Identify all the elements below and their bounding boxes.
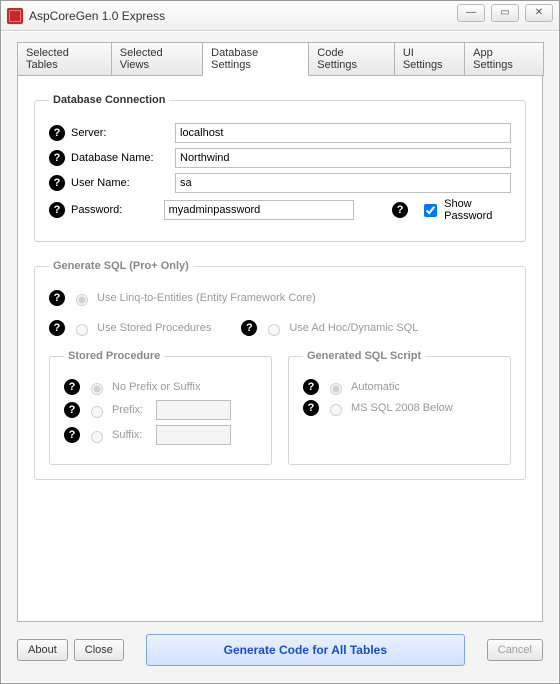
sproc-label: Use Stored Procedures [97,322,211,334]
username-input[interactable] [175,173,511,193]
suffix-input [156,425,231,445]
database-connection-group: Database Connection ? Server: ? Database… [34,94,526,242]
help-icon[interactable]: ? [49,150,65,166]
help-icon[interactable]: ? [49,175,65,191]
dbname-label: Database Name: [71,152,169,164]
auto-label: Automatic [351,381,400,393]
help-icon[interactable]: ? [241,320,257,336]
app-window: AspCoreGen 1.0 Express — ▭ ✕ Selected Ta… [0,0,560,684]
help-icon[interactable]: ? [64,379,80,395]
help-icon[interactable]: ? [64,402,80,418]
help-icon[interactable]: ? [49,202,65,218]
suffix-label: Suffix: [112,429,150,441]
about-button[interactable]: About [17,639,68,661]
tab-app-settings[interactable]: App Settings [464,42,544,76]
tab-selected-tables[interactable]: Selected Tables [17,42,112,76]
help-icon[interactable]: ? [49,320,65,336]
show-password-label: Show Password [444,198,511,222]
linq-radio [76,294,88,306]
titlebar: AspCoreGen 1.0 Express — ▭ ✕ [1,1,559,31]
help-icon[interactable]: ? [303,400,319,416]
minimize-button[interactable]: — [457,4,485,22]
prefix-radio [91,406,103,418]
show-password-checkbox[interactable] [424,204,437,217]
dbconn-legend: Database Connection [49,94,169,106]
auto-radio [330,383,342,395]
tab-strip: Selected Tables Selected Views Database … [17,42,543,76]
server-label: Server: [71,127,169,139]
generate-sql-group: Generate SQL (Pro+ Only) ? Use Linq-to-E… [34,260,526,480]
maximize-button[interactable]: ▭ [491,4,519,22]
tab-panel: Database Connection ? Server: ? Database… [17,75,543,622]
sp-legend: Stored Procedure [64,350,164,362]
window-controls: — ▭ ✕ [457,4,553,22]
username-label: User Name: [71,177,169,189]
prefix-input [156,400,231,420]
help-icon[interactable]: ? [64,427,80,443]
help-icon[interactable]: ? [303,379,319,395]
generate-button[interactable]: Generate Code for All Tables [146,634,465,666]
server-input[interactable] [175,123,511,143]
help-icon[interactable]: ? [49,125,65,141]
stored-procedure-group: Stored Procedure ? No Prefix or Suffix ?… [49,350,272,465]
generated-script-group: Generated SQL Script ? Automatic ? MS SQ… [288,350,511,465]
noprefix-label: No Prefix or Suffix [112,381,200,393]
linq-label: Use Linq-to-Entities (Entity Framework C… [97,292,316,304]
password-label: Password: [71,204,158,216]
app-icon [7,8,23,24]
mssql-label: MS SQL 2008 Below [351,402,453,414]
gen-legend: Generated SQL Script [303,350,425,362]
close-button[interactable]: Close [74,639,124,661]
prefix-label: Prefix: [112,404,150,416]
dbname-input[interactable] [175,148,511,168]
help-icon[interactable]: ? [392,202,408,218]
footer-bar: About Close Generate Code for All Tables… [17,632,543,672]
help-icon[interactable]: ? [49,290,65,306]
sql-legend: Generate SQL (Pro+ Only) [49,260,193,272]
suffix-radio [91,431,103,443]
tab-selected-views[interactable]: Selected Views [111,42,203,76]
mssql-radio [330,404,342,416]
sproc-radio [76,324,88,336]
tab-code-settings[interactable]: Code Settings [308,42,395,76]
adhoc-label: Use Ad Hoc/Dynamic SQL [289,322,418,334]
close-window-button[interactable]: ✕ [525,4,553,22]
noprefix-radio [91,383,103,395]
cancel-button: Cancel [487,639,543,661]
adhoc-radio [268,324,280,336]
tab-ui-settings[interactable]: UI Settings [394,42,465,76]
window-title: AspCoreGen 1.0 Express [29,9,165,23]
password-input[interactable] [164,200,354,220]
tab-database-settings[interactable]: Database Settings [202,42,309,76]
client-area: Selected Tables Selected Views Database … [1,31,559,683]
